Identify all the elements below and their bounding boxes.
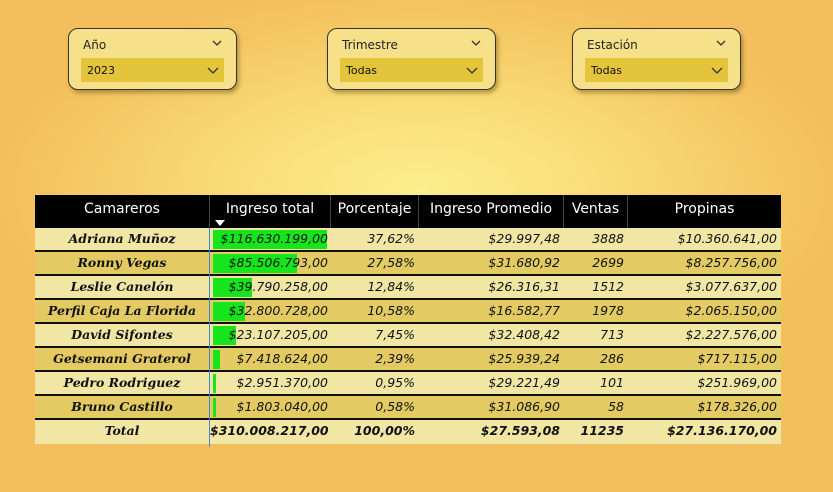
header-porcentaje[interactable]: Porcentaje — [331, 195, 419, 228]
average-revenue: $32.408,42 — [488, 327, 560, 342]
tips: $10.360.641,00 — [677, 231, 777, 246]
header-ingreso-promedio[interactable]: Ingreso Promedio — [419, 195, 564, 228]
percentage: 27,58% — [367, 255, 415, 270]
percentage: 7,45% — [375, 327, 415, 342]
table-total-row: Total $310.008.217,00 100,00% $27.593,08… — [35, 420, 781, 444]
total-revenue: $310.008.217,00 — [210, 423, 329, 438]
chevron-down-icon — [207, 67, 219, 74]
chevron-down-icon[interactable] — [715, 37, 727, 49]
sort-descending-icon — [215, 220, 225, 226]
percentage: 0,95% — [375, 375, 415, 390]
slicer-season: Estación Todas — [572, 28, 741, 90]
average-revenue: $16.582,77 — [488, 303, 560, 318]
waiter-name: Pedro Rodriguez — [63, 375, 181, 390]
slicer-quarter-label: Trimestre — [342, 38, 398, 52]
average-revenue: $29.221,49 — [488, 375, 560, 390]
total-revenue: $85.506.793,00 — [228, 255, 328, 270]
table-row[interactable]: Getsemani Graterol $7.418.624,00 2,39% $… — [35, 348, 781, 372]
waiter-name: David Sifontes — [71, 327, 173, 342]
header-ventas[interactable]: Ventas — [564, 195, 628, 228]
average-revenue: $31.086,90 — [488, 399, 560, 414]
slicer-quarter: Trimestre Todas — [327, 28, 496, 90]
total-revenue: $7.418.624,00 — [236, 351, 328, 366]
waiter-name: Bruno Castillo — [71, 399, 173, 414]
table-row[interactable]: David Sifontes $23.107.205,00 7,45% $32.… — [35, 324, 781, 348]
header-propinas[interactable]: Propinas — [628, 195, 781, 228]
sales: 3888 — [592, 231, 624, 246]
percentage: 100,00% — [354, 423, 415, 438]
percentage: 10,58% — [367, 303, 415, 318]
season-dropdown-value: Todas — [591, 64, 623, 77]
tips: $2.227.576,00 — [685, 327, 777, 342]
quarter-dropdown[interactable]: Todas — [340, 58, 483, 82]
sales: 713 — [600, 327, 624, 342]
average-revenue: $29.997,48 — [488, 231, 560, 246]
waiter-name: Getsemani Graterol — [53, 351, 191, 366]
sales: 11235 — [580, 423, 625, 438]
sales: 1978 — [592, 303, 624, 318]
slicer-year-label: Año — [83, 38, 107, 52]
total-revenue: $116.630.199,00 — [220, 231, 328, 246]
chevron-down-icon[interactable] — [211, 37, 223, 49]
sales: 101 — [600, 375, 624, 390]
table-row[interactable]: Ronny Vegas $85.506.793,00 27,58% $31.68… — [35, 252, 781, 276]
table-row[interactable]: Bruno Castillo $1.803.040,00 0,58% $31.0… — [35, 396, 781, 420]
table-header: Camareros Ingreso total Porcentaje Ingre… — [35, 195, 781, 228]
table-row[interactable]: Perfil Caja La Florida $32.800.728,00 10… — [35, 300, 781, 324]
percentage: 12,84% — [367, 279, 415, 294]
waiter-name: Leslie Canelón — [70, 279, 174, 294]
tips: $717.115,00 — [697, 351, 777, 366]
percentage: 37,62% — [367, 231, 415, 246]
season-dropdown[interactable]: Todas — [585, 58, 728, 82]
sales: 1512 — [592, 279, 624, 294]
average-revenue: $25.939,24 — [488, 351, 560, 366]
table-row[interactable]: Leslie Canelón $39.790.258,00 12,84% $26… — [35, 276, 781, 300]
tips: $178.326,00 — [697, 399, 777, 414]
tips: $8.257.756,00 — [685, 255, 777, 270]
average-revenue: $27.593,08 — [480, 423, 560, 438]
sales: 58 — [608, 399, 624, 414]
percentage: 0,58% — [375, 399, 415, 414]
total-revenue: $23.107.205,00 — [228, 327, 328, 342]
slicer-year: Año 2023 — [68, 28, 237, 90]
column-divider — [209, 228, 210, 447]
total-label: Total — [104, 423, 140, 438]
total-revenue: $1.803.040,00 — [236, 399, 328, 414]
chevron-down-icon[interactable] — [470, 37, 482, 49]
tips: $27.136.170,00 — [667, 423, 777, 438]
tips: $251.969,00 — [697, 375, 777, 390]
total-revenue: $2.951.370,00 — [236, 375, 328, 390]
year-dropdown-value: 2023 — [87, 64, 115, 77]
waiters-table: Camareros Ingreso total Porcentaje Ingre… — [35, 195, 781, 447]
average-revenue: $31.680,92 — [488, 255, 560, 270]
total-revenue: $39.790.258,00 — [228, 279, 328, 294]
tips: $2.065.150,00 — [685, 303, 777, 318]
table-row[interactable]: Adriana Muñoz $116.630.199,00 37,62% $29… — [35, 228, 781, 252]
slicer-season-label: Estación — [587, 38, 638, 52]
header-ingreso-total[interactable]: Ingreso total — [210, 195, 331, 228]
total-revenue: $32.800.728,00 — [228, 303, 328, 318]
percentage: 2,39% — [375, 351, 415, 366]
quarter-dropdown-value: Todas — [346, 64, 378, 77]
sales: 286 — [600, 351, 624, 366]
waiter-name: Ronny Vegas — [77, 255, 167, 270]
sales: 2699 — [592, 255, 624, 270]
chevron-down-icon — [466, 67, 478, 74]
year-dropdown[interactable]: 2023 — [81, 58, 224, 82]
waiter-name: Perfil Caja La Florida — [47, 303, 197, 318]
table-row[interactable]: Pedro Rodriguez $2.951.370,00 0,95% $29.… — [35, 372, 781, 396]
waiter-name: Adriana Muñoz — [68, 231, 176, 246]
tips: $3.077.637,00 — [685, 279, 777, 294]
header-camareros[interactable]: Camareros — [35, 195, 210, 228]
chevron-down-icon — [711, 67, 723, 74]
average-revenue: $26.316,31 — [488, 279, 560, 294]
